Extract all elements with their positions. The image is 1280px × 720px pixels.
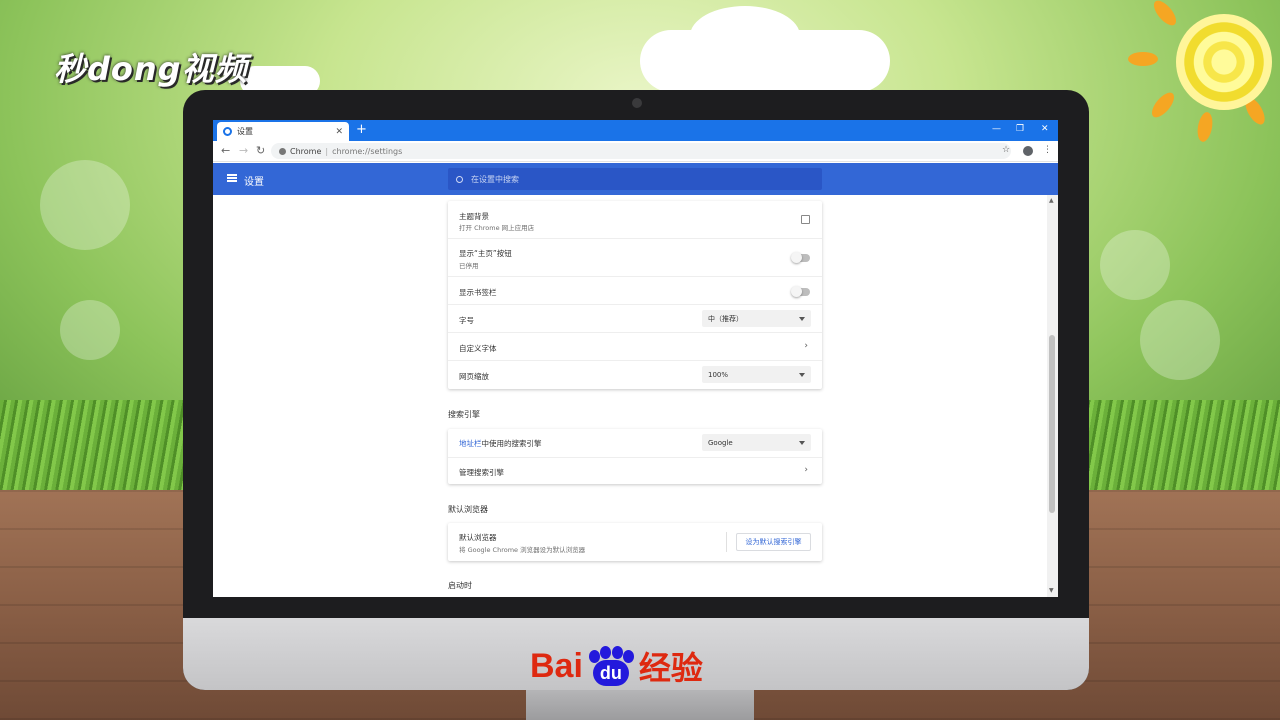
address-bar-engine-row: 地址栏中使用的搜索引擎 Google	[448, 429, 822, 457]
tab-strip: 设置 ✕ + — ❐ ✕	[213, 120, 1058, 141]
scroll-down-arrow-icon[interactable]: ▼	[1049, 587, 1054, 594]
font-size-select[interactable]: 中（推荐）	[702, 310, 811, 327]
on-startup-heading: 启动时	[448, 581, 472, 590]
baidu-du-text: du	[592, 660, 629, 686]
settings-header: 设置	[213, 163, 1058, 195]
back-button[interactable]: ←	[221, 144, 230, 157]
dropdown-caret-icon	[799, 440, 805, 445]
baidu-paw-icon: du	[585, 646, 637, 686]
baidu-logo-text: Bai	[530, 646, 583, 685]
bokeh-light	[40, 160, 130, 250]
minimize-button[interactable]: —	[992, 124, 1001, 134]
address-bar-link[interactable]: 地址栏	[459, 439, 482, 448]
bokeh-light	[1140, 300, 1220, 380]
site-info-icon[interactable]	[279, 147, 286, 155]
font-size-title: 字号	[459, 316, 474, 325]
reload-button[interactable]: ↻	[256, 144, 265, 157]
jingyan-text: 经验	[638, 649, 703, 687]
dropdown-caret-icon	[799, 372, 805, 377]
manage-search-engines-title: 管理搜索引擎	[459, 468, 504, 477]
sun-icon	[1176, 14, 1272, 110]
default-browser-heading: 默认浏览器	[448, 505, 488, 514]
bokeh-light	[60, 300, 120, 360]
forward-button[interactable]: →	[239, 144, 248, 157]
tab-title: 设置	[237, 127, 253, 136]
custom-fonts-title: 自定义字体	[459, 344, 497, 353]
settings-content: 主题背景 打开 Chrome 网上应用店 显示“主页”按钮 已停用 显示书签栏 …	[213, 195, 1058, 597]
default-browser-title: 默认浏览器	[459, 533, 497, 542]
gear-icon	[223, 127, 232, 136]
chevron-right-icon: ›	[804, 465, 808, 475]
settings-search[interactable]	[448, 168, 822, 190]
omnibox-separator: |	[325, 146, 329, 156]
tab-settings[interactable]: 设置 ✕	[217, 122, 349, 141]
omnibox-url: chrome://settings	[332, 146, 403, 156]
settings-search-input[interactable]	[471, 174, 771, 184]
page-title: 设置	[244, 177, 264, 188]
theme-subtitle: 打开 Chrome 网上应用店	[459, 224, 535, 232]
page-scrollbar[interactable]: ▲ ▼	[1047, 195, 1058, 597]
maximize-button[interactable]: ❐	[1016, 124, 1024, 134]
cloud-shape	[690, 6, 800, 66]
close-window-button[interactable]: ✕	[1041, 124, 1049, 134]
scroll-up-arrow-icon[interactable]: ▲	[1049, 197, 1054, 204]
bookmarks-bar-toggle[interactable]	[791, 286, 810, 297]
address-bar-engine-title: 地址栏中使用的搜索引擎	[459, 438, 542, 449]
scroll-thumb[interactable]	[1049, 335, 1055, 513]
manage-search-engines-row[interactable]: 管理搜索引擎 ›	[448, 457, 822, 484]
bokeh-light	[1100, 230, 1170, 300]
hamburger-menu-icon[interactable]	[227, 174, 237, 182]
default-browser-subtitle: 将 Google Chrome 浏览器设为默认浏览器	[459, 546, 586, 554]
search-engine-card: 地址栏中使用的搜索引擎 Google 管理搜索引擎 ›	[448, 429, 822, 484]
font-size-value: 中（推荐）	[708, 314, 743, 323]
new-tab-button[interactable]: +	[356, 123, 367, 137]
default-browser-row: 默认浏览器 将 Google Chrome 浏览器设为默认浏览器 设为默认搜索引…	[448, 523, 822, 561]
omnibox-scheme: Chrome	[290, 146, 322, 156]
appearance-card: 主题背景 打开 Chrome 网上应用店 显示“主页”按钮 已停用 显示书签栏 …	[448, 201, 822, 389]
search-engine-heading: 搜索引擎	[448, 410, 480, 419]
home-button-toggle[interactable]	[791, 252, 810, 263]
home-button-row[interactable]: 显示“主页”按钮 已停用	[448, 238, 822, 276]
profile-avatar-icon[interactable]	[1023, 146, 1033, 156]
address-bar-engine-text: 中使用的搜索引擎	[481, 439, 542, 448]
make-default-button[interactable]: 设为默认搜索引擎	[736, 533, 811, 551]
page-zoom-value: 100%	[708, 370, 729, 379]
camera-icon	[632, 98, 642, 108]
browser-window: 设置 ✕ + — ❐ ✕ ← → ↻ Chrome | chrome://set…	[213, 120, 1058, 597]
search-icon	[456, 175, 463, 183]
theme-row[interactable]: 主题背景 打开 Chrome 网上应用店	[448, 201, 822, 238]
address-bar[interactable]: Chrome | chrome://settings	[271, 143, 1011, 159]
home-button-subtitle: 已停用	[459, 262, 479, 270]
external-link-icon[interactable]	[801, 215, 810, 224]
page-zoom-row: 网页缩放 100%	[448, 360, 822, 388]
theme-title: 主题背景	[459, 212, 489, 221]
tab-close-button[interactable]: ✕	[335, 127, 343, 137]
baidu-jingyan-logo: Bai du 经验	[530, 646, 703, 687]
home-button-title: 显示“主页”按钮	[459, 249, 512, 258]
dropdown-caret-icon	[799, 316, 805, 321]
default-browser-card: 默认浏览器 将 Google Chrome 浏览器设为默认浏览器 设为默认搜索引…	[448, 523, 822, 561]
search-engine-value: Google	[708, 438, 733, 447]
bookmarks-bar-title: 显示书签栏	[459, 288, 497, 297]
bookmark-star-icon[interactable]: ☆	[1002, 145, 1010, 155]
chrome-menu-button[interactable]: ⋮	[1043, 145, 1052, 155]
bookmarks-bar-row[interactable]: 显示书签栏	[448, 276, 822, 304]
page-zoom-select[interactable]: 100%	[702, 366, 811, 383]
search-engine-select[interactable]: Google	[702, 434, 811, 451]
browser-toolbar: ← → ↻ Chrome | chrome://settings ☆ ⋮	[213, 141, 1058, 162]
chevron-right-icon: ›	[804, 341, 808, 351]
monitor-stand	[526, 690, 754, 720]
custom-fonts-row[interactable]: 自定义字体 ›	[448, 332, 822, 360]
miaodong-video-logo: 秒dong视频	[54, 50, 248, 88]
font-size-row: 字号 中（推荐）	[448, 304, 822, 332]
divider	[726, 532, 727, 552]
page-zoom-title: 网页缩放	[459, 372, 489, 381]
sun-ray	[1128, 52, 1158, 66]
